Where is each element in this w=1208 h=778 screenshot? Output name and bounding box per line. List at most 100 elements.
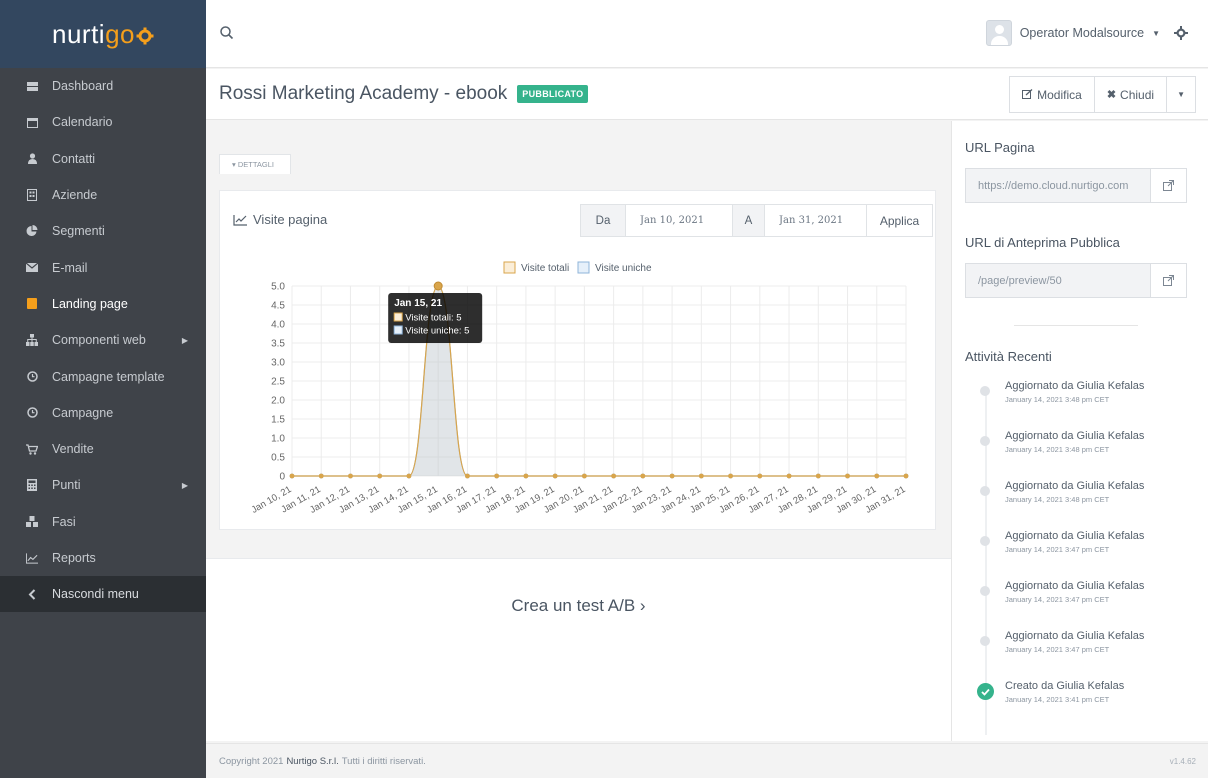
data-point (698, 473, 704, 479)
hide-menu-button[interactable]: Nascondi menu (0, 576, 206, 613)
external-link-icon[interactable] (1150, 264, 1186, 297)
preview-url-input[interactable] (966, 264, 1150, 297)
data-point (523, 473, 529, 479)
chevron-down-icon: ▼ (1177, 90, 1185, 99)
activity-title: Aggiornato da Giulia Kefalas (1005, 380, 1145, 392)
close-icon: ✖ (1106, 89, 1117, 101)
activity-time: January 14, 2021 3:48 pm CET (1005, 495, 1110, 504)
line-chart-icon (26, 552, 38, 564)
y-tick-label: 3.0 (271, 358, 285, 369)
sidebar-item-campagne[interactable]: Campagne (0, 395, 206, 431)
data-point (289, 473, 295, 479)
sidebar-item-campagne-template[interactable]: Campagne template (0, 358, 206, 394)
close-button[interactable]: ✖ Chiudi (1093, 76, 1168, 113)
y-tick-label: 2.5 (271, 377, 285, 388)
data-point (757, 473, 763, 479)
user-name[interactable]: Operator Modalsource (1020, 26, 1144, 40)
clock-icon (26, 407, 38, 419)
sidebar-item-componenti-web[interactable]: Componenti web ▶ (0, 322, 206, 358)
calendar-icon (26, 116, 38, 128)
sidebar-item-label: Vendite (52, 442, 94, 457)
action-button-group: Modifica ✖ Chiudi ▼ (1009, 76, 1196, 113)
activity-time: January 14, 2021 3:41 pm CET (1005, 695, 1110, 704)
date-from-input[interactable] (625, 205, 733, 236)
data-point (494, 473, 500, 479)
avatar[interactable] (985, 20, 1012, 46)
th-large-icon (26, 80, 38, 92)
brand-logo[interactable]: nurtigo (0, 0, 206, 68)
data-point (318, 473, 324, 479)
y-tick-label: 3.5 (271, 339, 285, 350)
divider (1014, 325, 1138, 326)
sidebar-item-landing-page[interactable]: Landing page (0, 286, 206, 322)
page-header: Rossi Marketing Academy - ebook PUBBLICA… (206, 69, 951, 120)
sidebar-item-e-mail[interactable]: E-mail (0, 249, 206, 285)
create-ab-test-link[interactable]: Crea un test A/B › (206, 596, 951, 616)
data-point (406, 473, 412, 479)
calculator-icon (26, 479, 38, 492)
sitemap-icon (26, 334, 38, 347)
topbar: Operator Modalsource ▼ (206, 0, 1208, 68)
edit-button[interactable]: Modifica (1009, 76, 1095, 113)
sidebar-item-calendario[interactable]: Calendario (0, 104, 206, 140)
edit-icon (1022, 89, 1033, 99)
y-tick-label: 4.0 (271, 320, 285, 331)
activity-title: Aggiornato da Giulia Kefalas (1005, 580, 1145, 592)
tooltip-swatch (393, 312, 403, 322)
activity-title: Aggiornato da Giulia Kefalas (1005, 430, 1145, 442)
activity-time: January 14, 2021 3:48 pm CET (1005, 395, 1110, 404)
sidebar-item-aziende[interactable]: Aziende (0, 177, 206, 213)
data-point (669, 473, 675, 479)
data-point (465, 473, 470, 479)
timeline-dot-icon (980, 436, 990, 446)
sidebar-item-reports[interactable]: Reports (0, 540, 206, 576)
sidebar-item-label: Reports (52, 551, 96, 565)
date-from-label: Da (581, 205, 625, 236)
timeline-dot-icon (980, 386, 990, 396)
activity-time: January 14, 2021 3:48 pm CET (1005, 445, 1110, 454)
legend-swatch (577, 261, 590, 274)
more-actions-button[interactable]: ▼ (1166, 76, 1196, 113)
external-link-icon[interactable] (1150, 169, 1186, 202)
cubes-icon (26, 516, 38, 528)
timeline-dot-icon (980, 536, 990, 546)
date-to-input[interactable] (764, 205, 867, 236)
sidebar-item-segmenti[interactable]: Segmenti (0, 213, 206, 249)
date-range-filter: Da A Applica (580, 204, 933, 237)
apply-button[interactable]: Applica (867, 205, 932, 236)
gear-icon[interactable] (1174, 26, 1188, 40)
date-to-label: A (733, 205, 764, 236)
chevron-down-icon[interactable]: ▼ (1152, 29, 1160, 38)
y-tick-label: 5.0 (271, 282, 285, 293)
sidebar-item-label: Landing page (52, 296, 128, 311)
y-tick-label: 2.0 (271, 396, 285, 407)
user-menu[interactable]: Operator Modalsource ▼ (985, 20, 1188, 46)
data-point (728, 473, 733, 479)
timeline-dot-icon (980, 636, 990, 646)
building-icon (26, 189, 38, 202)
sidebar-item-punti[interactable]: Punti ▶ (0, 467, 206, 503)
sidebar-item-contatti[interactable]: Contatti (0, 141, 206, 177)
data-point (581, 473, 587, 479)
sidebar-item-label: Segmenti (52, 224, 105, 239)
right-panel: URL Pagina URL di Anteprima Pubblica Att… (951, 121, 1208, 741)
footer-company-link[interactable]: Nurtigo S.r.l. (286, 756, 338, 767)
activity-title: Aggiornato da Giulia Kefalas (1005, 630, 1145, 642)
visits-line-chart: Visite totali Visite uniche 5.0 4.5 4.0 3.5 3.… (250, 261, 909, 516)
chevron-left-icon (26, 588, 38, 600)
sidebar-item-dashboard[interactable]: Dashboard (0, 68, 206, 104)
sidebar: nurtigo Dashboard Calendario Contatti Azien… (0, 0, 206, 778)
user-icon (26, 153, 38, 165)
clock-icon (26, 371, 38, 383)
activity-time: January 14, 2021 3:47 pm CET (1005, 645, 1110, 654)
search-icon[interactable] (219, 25, 235, 41)
recent-activity-heading: Attività Recenti (965, 349, 1052, 364)
preview-url-field (965, 263, 1187, 298)
sidebar-item-fasi[interactable]: Fasi (0, 504, 206, 540)
page-url-input[interactable] (966, 169, 1150, 202)
data-point (552, 473, 558, 479)
visits-chart-card: Visite pagina Da A Applica Visite totali… (219, 190, 936, 530)
details-toggle-tab[interactable]: ▾ DETTAGLI (219, 154, 291, 174)
header-actions: Modifica ✖ Chiudi ▼ (951, 69, 1208, 120)
sidebar-item-vendite[interactable]: Vendite (0, 431, 206, 467)
